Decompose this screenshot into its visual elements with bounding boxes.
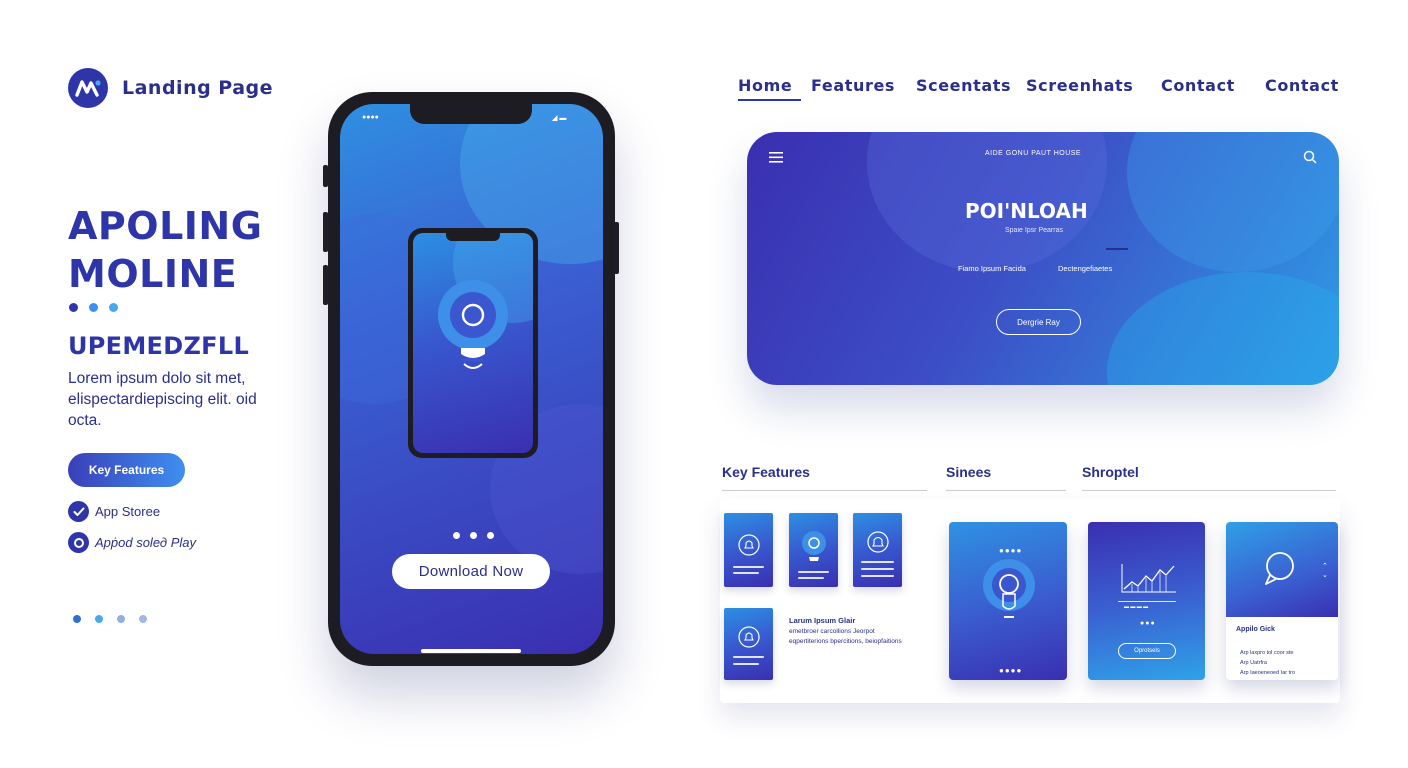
hero-title-line1: APOLING	[68, 204, 263, 248]
nav-features[interactable]: Features	[811, 76, 895, 104]
nav-contact[interactable]: Contact	[1161, 76, 1235, 104]
signal-icon: ●●●●	[362, 114, 379, 121]
hamburger-menu-icon[interactable]	[769, 152, 783, 163]
battery-icon: ◢ ▬	[552, 115, 567, 122]
nav-screenhats[interactable]: Screenhats	[1026, 76, 1133, 104]
dot[interactable]	[95, 615, 103, 623]
brand-m-logo-icon	[68, 68, 108, 108]
card-header: ⌃ ⌄	[1226, 522, 1338, 617]
phone-screen: ●●●● ◢ ▬ Download Now	[340, 104, 603, 654]
text-line	[861, 575, 894, 577]
search-icon[interactable]	[1303, 150, 1317, 164]
text-line	[1118, 601, 1176, 602]
app-store-link[interactable]: App Storee	[68, 501, 160, 522]
section-divider	[946, 490, 1066, 491]
web-card-col2: Dectengefiaetes	[1058, 264, 1113, 273]
chevron-updown-icon[interactable]: ⌃ ⌄	[1322, 562, 1328, 580]
section-key-features: Key Features	[722, 464, 810, 480]
phone-notch	[410, 104, 532, 124]
text-line	[798, 571, 829, 573]
bell-icon	[867, 531, 889, 553]
dot[interactable]	[487, 532, 494, 539]
dot[interactable]	[453, 532, 460, 539]
dot[interactable]	[470, 532, 477, 539]
card-dots: ●●●●	[999, 666, 1023, 675]
dot	[69, 303, 78, 312]
nav-contact-2[interactable]: Contact	[1265, 76, 1339, 104]
divider	[1106, 248, 1128, 250]
download-now-button[interactable]: Download Now	[392, 554, 550, 589]
text-line	[861, 561, 894, 563]
lightbulb-icon	[802, 531, 826, 561]
screen-thumb[interactable]	[789, 513, 838, 587]
screen-card-chart[interactable]: ▬ ▬ ▬ ▬ ●●● Oprotsels	[1088, 522, 1205, 680]
inner-phone-mockup	[408, 228, 538, 458]
line-chart-icon	[1121, 564, 1176, 593]
dot[interactable]	[117, 615, 125, 623]
bell-icon	[738, 626, 760, 648]
lightbulb-icon	[438, 280, 508, 369]
thumb-text-title: Larum Ipsum Glair	[789, 616, 856, 625]
website-preview-card: AIDE GONU PAUT HOUSE POI'NLOAH Spaie Ips…	[747, 132, 1339, 385]
web-card-subtitle: Spaie Ipsr Pearras	[1005, 227, 1063, 234]
dot[interactable]	[73, 615, 81, 623]
thumb-text-body: emetbroer carcollions Jeorpot eqpertiter…	[789, 628, 902, 645]
phone-mockup: ●●●● ◢ ▬ Download Now	[328, 92, 615, 666]
brand-name: Landing Page	[122, 77, 274, 99]
web-card-button[interactable]: Dergrie Ray	[996, 309, 1081, 335]
google-play-link[interactable]: Apṗod solед Play	[68, 532, 196, 553]
dot[interactable]	[139, 615, 147, 623]
web-card-nav-text: AIDE GONU PAUT HOUSE	[985, 150, 1082, 157]
section-sinees: Sinees	[946, 464, 992, 480]
check-icon	[68, 501, 89, 522]
card-dots: ●●●●	[999, 546, 1023, 555]
hero-dots	[69, 303, 118, 312]
google-play-label: Apṗod solед Play	[95, 535, 196, 550]
inner-notch	[446, 233, 500, 241]
nav-sceentats[interactable]: Sceentats	[916, 76, 1011, 104]
dot	[109, 303, 118, 312]
section-divider	[722, 490, 927, 491]
inner-phone-screen	[413, 233, 533, 453]
web-card-col1: Fiamo Ipsum Facida	[958, 264, 1026, 273]
text-line	[733, 566, 764, 568]
bg-blob	[1107, 272, 1339, 385]
screen-thumb[interactable]	[853, 513, 902, 587]
text-line	[798, 577, 824, 579]
hero-title: APOLING MOLINE	[68, 202, 308, 298]
hero-title-line2: MOLINE	[68, 252, 238, 296]
section-divider	[1082, 490, 1336, 491]
pager-dots	[453, 532, 494, 539]
bell-icon	[738, 534, 760, 556]
hero-subtitle: UPEMEDZFLL	[68, 332, 250, 360]
text-line	[733, 656, 764, 658]
screen-thumb[interactable]	[724, 513, 773, 587]
card3-line2: Arp Uatrfra	[1240, 660, 1267, 666]
text-line	[733, 663, 759, 665]
text-line	[861, 568, 894, 570]
card3-line1: Arp laxpro tol coor ste	[1240, 650, 1294, 656]
circle-icon	[68, 532, 89, 553]
dot	[89, 303, 98, 312]
screen-card-lightbulb[interactable]: ●●●● ●●●●	[949, 522, 1067, 680]
web-card-title: POI'NLOAH	[965, 199, 1088, 223]
chart-axis-labels: ▬ ▬ ▬ ▬	[1124, 604, 1149, 610]
card3-line3: Arp Iaeoeneoed Iar tro	[1240, 670, 1296, 676]
hero-description: Lorem ipsum dolo sit met, elispectardiep…	[68, 370, 257, 429]
card-dots: ●●●	[1140, 620, 1156, 627]
brand[interactable]: Landing Page	[68, 68, 273, 108]
screen-card-chat[interactable]: ⌃ ⌄ Appilo Gick Arp laxpro tol coor ste A…	[1226, 522, 1338, 680]
text-line	[733, 572, 759, 574]
chat-bubble-icon	[1265, 552, 1294, 585]
card3-title: Appilo Gick	[1236, 626, 1275, 633]
card-button[interactable]: Oprotsels	[1118, 643, 1176, 659]
app-store-label: App Storee	[95, 504, 161, 519]
screen-thumb[interactable]	[724, 608, 773, 680]
key-features-button[interactable]: Key Features	[68, 453, 185, 487]
lightbulb-icon	[983, 559, 1035, 618]
nav-active-underline	[738, 99, 801, 101]
slider-dots	[73, 615, 147, 623]
home-indicator	[421, 649, 521, 653]
section-shroptel: Shroptel	[1082, 464, 1139, 480]
